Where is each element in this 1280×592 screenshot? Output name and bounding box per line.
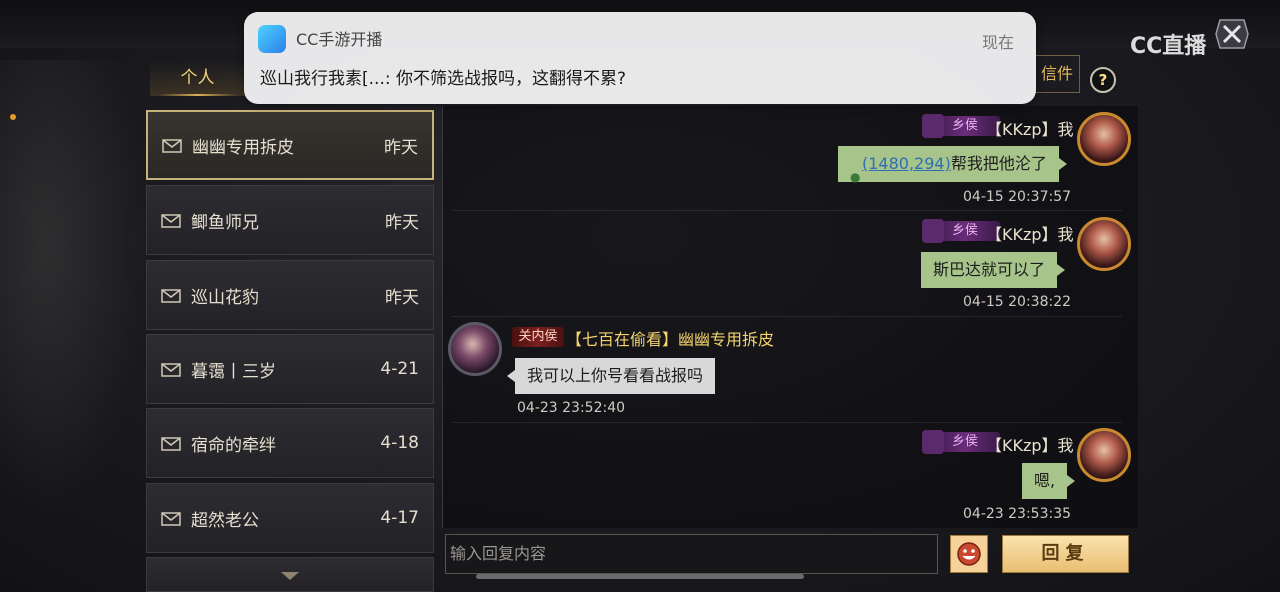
contact-name: 巡山花豹 (191, 287, 259, 308)
cc-live-logo: CC直播 (1130, 34, 1207, 59)
envelope-icon (161, 512, 181, 526)
location-pin-icon: ● (850, 169, 861, 184)
rank-emblem-icon (922, 114, 944, 138)
message-timestamp: 04-23 23:53:35 (963, 506, 1072, 522)
message-bubble: ●(1480,294)帮我把他沦了 (838, 146, 1067, 184)
message-bubble: 斯巴达就可以了 (921, 252, 1066, 288)
indicator-dot (10, 114, 16, 120)
scroll-down-arrow-icon[interactable] (281, 572, 299, 580)
sender-name: 【KKzp】我 (986, 225, 1074, 244)
contact-time: 昨天 (384, 137, 418, 158)
contact-name: 暮霭丨三岁 (191, 361, 276, 382)
divider (452, 316, 1122, 317)
tab-mail[interactable]: 信件 (1034, 55, 1080, 93)
message-timestamp: 04-15 20:37:57 (963, 189, 1072, 205)
sender-name: 【KKzp】我 (986, 120, 1074, 139)
contact-item[interactable]: 暮霭丨三岁 4-21 (146, 334, 434, 404)
contact-item[interactable]: 鲫鱼师兄 昨天 (146, 185, 434, 255)
cc-app-icon (258, 25, 286, 53)
envelope-icon (162, 139, 182, 153)
envelope-icon (161, 363, 181, 377)
reply-input[interactable]: 输入回复内容 (445, 534, 938, 574)
message-timestamp: 04-15 20:38:22 (963, 294, 1072, 310)
notification-message: 巡山我行我素[...: 你不筛选战报吗，这翻得不累? (260, 69, 626, 89)
message-timestamp: 04-23 23:52:40 (517, 400, 626, 416)
rank-emblem-icon (922, 219, 944, 243)
divider (452, 422, 1122, 423)
emoji-button[interactable] (950, 535, 988, 573)
envelope-icon (161, 289, 181, 303)
avatar[interactable] (1077, 428, 1131, 482)
contact-time: 4-17 (380, 508, 419, 528)
contact-time: 昨天 (385, 212, 419, 233)
help-button[interactable]: ? (1090, 67, 1116, 93)
rank-badge: 关内侯 (512, 327, 564, 347)
contact-name: 幽幽专用拆皮 (192, 137, 294, 158)
sender-name: 【七百在偷看】幽幽专用拆皮 (566, 330, 775, 349)
contact-time: 4-21 (380, 359, 419, 379)
message-bubble: 嗯, (1022, 463, 1076, 499)
notification-app-name: CC手游开播 (296, 30, 383, 49)
rank-emblem-icon (922, 430, 944, 454)
contact-item[interactable]: 巡山花豹 昨天 (146, 260, 434, 330)
contact-list: 幽幽专用拆皮 昨天 鲫鱼师兄 昨天 巡山花豹 昨天 暮霭丨三岁 4-21 宿命的… (146, 110, 434, 592)
contact-name: 鲫鱼师兄 (191, 212, 259, 233)
contact-item[interactable]: 幽幽专用拆皮 昨天 (146, 110, 434, 180)
coordinate-link[interactable]: (1480,294) (862, 154, 951, 173)
reply-button[interactable]: 回复 (1002, 535, 1129, 573)
background-decoration (0, 60, 150, 520)
contact-time: 昨天 (385, 287, 419, 308)
close-icon[interactable] (1212, 14, 1252, 54)
contact-time: 4-18 (380, 433, 419, 453)
envelope-icon (161, 437, 181, 451)
tab-personal[interactable]: 个人 (150, 60, 245, 96)
message-bubble: 我可以上你号看看战报吗 (506, 358, 716, 394)
avatar[interactable] (1077, 217, 1131, 271)
notification-time: 现在 (981, 33, 1014, 52)
contact-item[interactable]: 宿命的牵绊 4-18 (146, 408, 434, 478)
contact-name: 超然老公 (191, 510, 259, 531)
avatar[interactable] (1077, 112, 1131, 166)
envelope-icon (161, 214, 181, 228)
emoji-face-icon (957, 542, 981, 566)
contact-item[interactable]: 超然老公 4-17 (146, 483, 434, 553)
contact-name: 宿命的牵绊 (191, 435, 276, 456)
push-notification[interactable]: CC手游开播 现在 巡山我行我素[...: 你不筛选战报吗，这翻得不累? (244, 12, 1036, 104)
avatar[interactable] (448, 322, 502, 376)
divider (452, 210, 1122, 211)
sender-name: 【KKzp】我 (986, 436, 1074, 455)
scrollbar[interactable] (476, 574, 804, 579)
